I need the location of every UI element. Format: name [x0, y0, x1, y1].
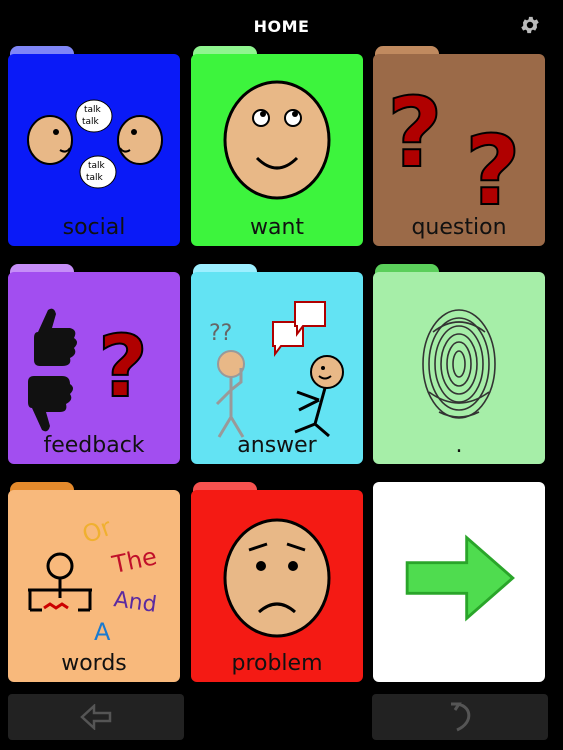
svg-text:??: ??: [209, 321, 232, 346]
talk-text: talk: [88, 161, 106, 171]
tile-body: problem: [191, 490, 363, 682]
tile-label: problem: [231, 651, 323, 676]
tile-period[interactable]: .: [373, 264, 545, 464]
tile-body: talk talk talk talk social: [8, 54, 180, 246]
page-title: HOME: [253, 17, 310, 36]
tile-label: words: [61, 651, 127, 676]
tile-body: want: [191, 54, 363, 246]
tile-answer[interactable]: ?? answer: [191, 264, 363, 464]
tile-social[interactable]: talk talk talk talk social: [8, 46, 180, 246]
undo-icon: [451, 702, 471, 732]
back-button[interactable]: [8, 694, 184, 740]
tile-label: feedback: [43, 433, 145, 458]
tile-label: question: [411, 215, 507, 240]
talk-text: talk: [84, 105, 102, 115]
right-arrow-icon: [405, 534, 515, 622]
gear-icon[interactable]: [519, 14, 541, 36]
tile-next-page[interactable]: [373, 482, 545, 682]
tile-label: want: [249, 215, 305, 240]
undo-button[interactable]: [372, 694, 548, 740]
tile-body: ? feedback: [8, 272, 180, 464]
tile-label: answer: [237, 433, 317, 458]
tile-body: ?? answer: [191, 272, 363, 464]
word-and: And: [112, 587, 158, 618]
svg-text:?: ?: [98, 317, 148, 417]
tile-want[interactable]: want: [191, 46, 363, 246]
tile-problem[interactable]: problem: [191, 482, 363, 682]
tile-question[interactable]: ? ? question: [373, 46, 545, 246]
svg-text:?: ?: [387, 77, 443, 189]
talk-text: talk: [82, 117, 100, 127]
left-arrow-icon: [80, 704, 112, 730]
tile-body: [373, 482, 545, 682]
word-or: Or: [79, 513, 116, 549]
tile-words[interactable]: Or The And A words: [8, 482, 180, 682]
svg-text:?: ?: [465, 115, 521, 227]
tile-body: Or The And A words: [8, 490, 180, 682]
talk-text: talk: [86, 173, 104, 183]
word-the: The: [109, 542, 159, 579]
tile-feedback[interactable]: ? feedback: [8, 264, 180, 464]
tile-label: .: [455, 433, 463, 458]
tile-body: .: [373, 272, 545, 464]
word-a: A: [94, 618, 111, 646]
tile-body: ? ? question: [373, 54, 545, 246]
tile-label: social: [62, 215, 126, 240]
